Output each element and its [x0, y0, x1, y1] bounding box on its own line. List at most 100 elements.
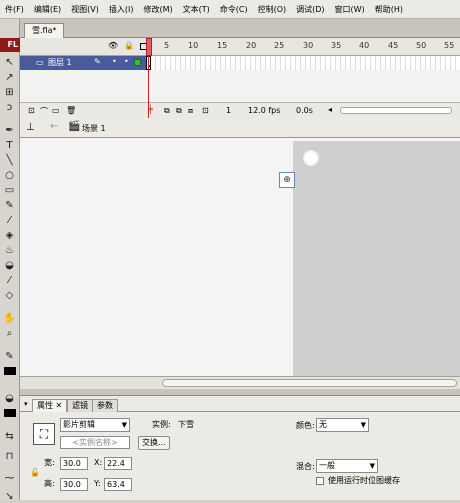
scrollbar-thumb[interactable]: [162, 379, 457, 387]
pen-tool-icon[interactable]: ✒: [1, 123, 18, 137]
y-input[interactable]: 63.4: [104, 478, 132, 491]
menu-window[interactable]: 窗口(W): [330, 0, 370, 18]
scene-icon: 🎬: [68, 121, 81, 132]
oval-tool-icon[interactable]: ○: [1, 168, 18, 182]
frame-cells[interactable]: [146, 56, 460, 70]
frame-ruler[interactable]: 5 10 15 20 25 30 35 40 45 50 55: [146, 38, 460, 56]
eye-icon[interactable]: 👁: [108, 41, 118, 50]
menu-file[interactable]: 件(F): [0, 0, 29, 18]
selection-tool-icon[interactable]: ↖: [1, 55, 18, 69]
ruler-label: 45: [388, 41, 399, 50]
timeline-header: 👁 🔒 5 10 15 20 25 30 35 40 45 50 55: [20, 38, 460, 56]
lock-icon[interactable]: 🔒: [124, 41, 134, 50]
fill-swatch[interactable]: [1, 406, 18, 420]
pencil-tool-icon[interactable]: ✎: [1, 198, 18, 212]
blend-label: 混合:: [296, 462, 315, 471]
smooth-icon[interactable]: ⁓: [1, 471, 18, 485]
height-label: 高:: [44, 479, 55, 488]
symbol-type-select[interactable]: 影片剪辑 ▼: [60, 418, 130, 432]
paint-bucket-tool-icon[interactable]: ◒: [1, 258, 18, 272]
ink-bottle-tool-icon[interactable]: ♨: [1, 243, 18, 257]
ruler-label: 50: [416, 41, 427, 50]
layer-name[interactable]: 图层 1: [48, 57, 72, 68]
layer-color-swatch[interactable]: [134, 59, 141, 66]
movieclip-instance[interactable]: ⊕: [279, 172, 295, 188]
stroke-swatch[interactable]: [1, 364, 18, 378]
panel-divider[interactable]: [20, 389, 460, 396]
zoom-tool-icon[interactable]: ⌕: [1, 326, 18, 340]
menu-commands[interactable]: 命令(C): [215, 0, 253, 18]
lock-dot-icon[interactable]: •: [124, 57, 129, 66]
onion-outlines-icon[interactable]: ⧉: [176, 106, 182, 116]
scene-label[interactable]: 场景 1: [82, 123, 106, 134]
lock-icon[interactable]: 🔓: [30, 468, 40, 477]
menu-bar: 件(F) 编辑(E) 视图(V) 插入(I) 修改(M) 文本(T) 命令(C)…: [0, 0, 460, 19]
fill-color-icon[interactable]: ◒: [1, 391, 18, 405]
menu-help[interactable]: 帮助(H): [370, 0, 408, 18]
layer-row[interactable]: ▭ 图层 1 ✎ • •: [20, 56, 460, 70]
ruler-label: 25: [274, 41, 285, 50]
insert-folder-icon[interactable]: ▭: [52, 106, 60, 115]
modify-onion-markers-icon[interactable]: ⊡: [202, 106, 209, 115]
scroll-left-arrow[interactable]: ◂: [328, 105, 332, 114]
runtime-bitmap-checkbox[interactable]: [316, 477, 324, 485]
straighten-icon[interactable]: ↘: [1, 489, 18, 503]
work-area-scrollbar[interactable]: [20, 376, 460, 389]
swap-button[interactable]: 交换...: [138, 436, 170, 450]
playhead[interactable]: [146, 38, 152, 118]
menu-control[interactable]: 控制(O): [253, 0, 292, 18]
brush-tool-icon[interactable]: ⁄: [1, 213, 18, 227]
properties-tabs: ▾ 属性 ✕ 滤镜 参数: [20, 399, 460, 412]
text-tool-icon[interactable]: T: [1, 138, 18, 152]
menu-edit[interactable]: 编辑(E): [29, 0, 66, 18]
fill-transform-tool-icon[interactable]: ◈: [1, 228, 18, 242]
height-input[interactable]: 30.0: [60, 478, 88, 491]
ruler-label: 40: [359, 41, 370, 50]
stroke-color-icon[interactable]: ✎: [1, 349, 18, 363]
menu-modify[interactable]: 修改(M): [138, 0, 177, 18]
rectangle-tool-icon[interactable]: ▭: [1, 183, 18, 197]
tab-parameters[interactable]: 参数: [92, 399, 118, 412]
swap-colors-icon[interactable]: ⇆: [1, 429, 18, 443]
ruler-label: 5: [164, 41, 170, 50]
ruler-label: 30: [303, 41, 314, 50]
menu-debug[interactable]: 调试(D): [291, 0, 329, 18]
tab-filters[interactable]: 滤镜: [67, 399, 93, 412]
line-tool-icon[interactable]: ╲: [1, 153, 18, 167]
stage[interactable]: [293, 141, 460, 376]
menu-view[interactable]: 视图(V): [66, 0, 104, 18]
lasso-tool-icon[interactable]: ɔ: [1, 100, 18, 114]
instance-value: 下雪: [178, 420, 194, 429]
edit-multiple-frames-icon[interactable]: ⧈: [188, 106, 193, 116]
x-input[interactable]: 22.4: [104, 457, 132, 470]
symbol-icon: ⛶: [33, 423, 55, 445]
hand-tool-icon[interactable]: ✋: [1, 311, 18, 325]
back-arrow-icon[interactable]: ←: [50, 121, 58, 132]
insert-layer-icon[interactable]: ⊡: [28, 106, 35, 115]
eraser-tool-icon[interactable]: ◇: [1, 288, 18, 302]
subselection-tool-icon[interactable]: ↗: [1, 70, 18, 84]
frame-rate: 12.0 fps: [248, 106, 281, 115]
snap-to-objects-icon[interactable]: ⊓: [1, 449, 18, 463]
blend-mode-select[interactable]: 一般 ▼: [316, 459, 378, 473]
width-input[interactable]: 30.0: [60, 457, 88, 470]
instance-name-input[interactable]: <实例名称>: [60, 436, 130, 449]
menu-text[interactable]: 文本(T): [178, 0, 215, 18]
visibility-dot-icon[interactable]: •: [112, 57, 117, 66]
panel-collapse-icon[interactable]: ▾: [24, 400, 28, 408]
color-effect-select[interactable]: 无 ▼: [316, 418, 369, 432]
add-motion-guide-icon[interactable]: ⌒: [40, 106, 48, 117]
eyedropper-tool-icon[interactable]: ⁄: [1, 273, 18, 287]
menu-insert[interactable]: 插入(I): [104, 0, 139, 18]
free-transform-tool-icon[interactable]: ⊞: [1, 85, 18, 99]
pencil-icon: ✎: [94, 57, 101, 66]
timeline-status-bar: ⊡ ⌒ ▭ 🗑 ╪ ⧉ ⧉ ⧈ ⊡ 1 12.0 fps 0.0s ◂: [20, 102, 460, 118]
onion-skin-icon[interactable]: ⧉: [164, 106, 170, 116]
tab-properties[interactable]: 属性 ✕: [32, 399, 68, 412]
timeline-scrollbar[interactable]: [340, 107, 452, 114]
edit-bar: ⊥ ← 🎬 场景 1: [20, 118, 460, 138]
delete-layer-icon[interactable]: 🗑: [66, 106, 76, 115]
timeline-toggle-icon[interactable]: ⊥: [26, 122, 35, 133]
y-label: Y:: [94, 479, 101, 488]
document-tab[interactable]: 雪.fla*: [24, 23, 65, 38]
